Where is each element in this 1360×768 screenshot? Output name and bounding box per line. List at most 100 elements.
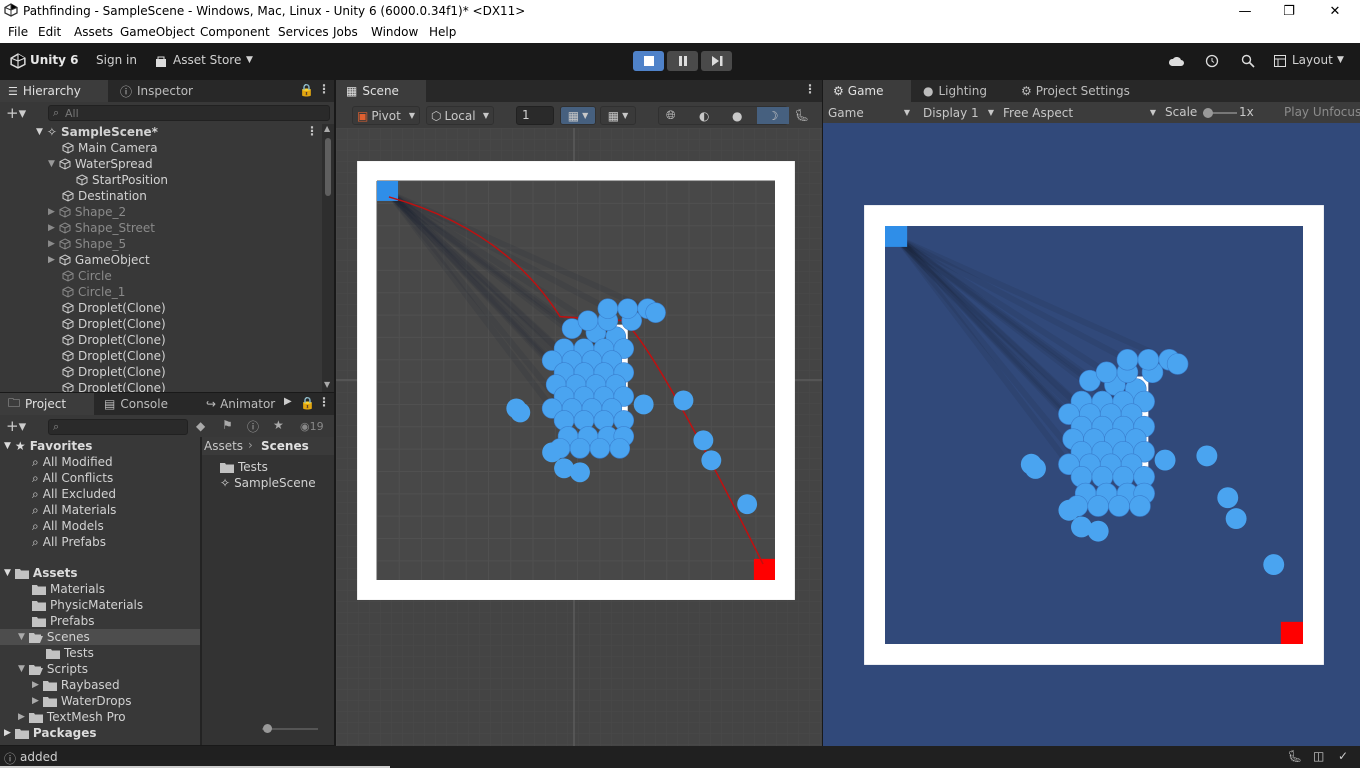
droplet[interactable]: [506, 398, 527, 419]
list-item[interactable]: ⌕ All Excluded: [32, 486, 116, 502]
icon-size-slider-handle[interactable]: [263, 724, 272, 733]
more-options-icon[interactable]: ⋮: [306, 124, 318, 138]
list-item[interactable]: ▼ Scenes: [18, 629, 90, 645]
menu-edit[interactable]: Edit: [38, 25, 61, 39]
droplet[interactable]: [645, 302, 666, 323]
close-icon[interactable]: ✕: [1312, 0, 1358, 22]
breadcrumb-current[interactable]: Scenes: [261, 439, 309, 453]
tab-inspector[interactable]: ⓘ Inspector: [112, 80, 222, 102]
wireframe-icon[interactable]: ◐: [699, 109, 709, 123]
list-item[interactable]: Tests: [220, 459, 268, 475]
destination[interactable]: [1280, 621, 1303, 644]
list-item[interactable]: Destination: [62, 188, 147, 204]
list-item[interactable]: ▶ Shape_Street: [48, 220, 155, 236]
asset-store-button[interactable]: Asset Store: [173, 53, 241, 67]
tab-project-settings[interactable]: ⚙ Project Settings: [1015, 80, 1165, 102]
add-icon[interactable]: +▾: [6, 104, 26, 122]
menu-component[interactable]: Component: [200, 25, 270, 39]
droplet[interactable]: [617, 298, 638, 319]
increment-snap-toggle[interactable]: ▦ ▼: [600, 106, 636, 125]
list-item[interactable]: ▶ Shape_2: [48, 204, 126, 220]
droplet[interactable]: [1154, 449, 1176, 471]
droplet[interactable]: [569, 438, 591, 459]
list-item[interactable]: ▼ ✧ SampleScene*: [36, 124, 158, 140]
list-item[interactable]: ▶ TextMesh Pro: [18, 709, 126, 725]
menu-assets[interactable]: Assets: [74, 25, 113, 39]
list-item[interactable]: ✧ SampleScene: [220, 475, 316, 491]
list-item[interactable]: ⌕ All Models: [32, 518, 104, 534]
menu-jobs[interactable]: Jobs: [333, 25, 358, 39]
history-icon[interactable]: [1205, 54, 1219, 68]
scale-slider-handle[interactable]: [1203, 108, 1213, 118]
list-item[interactable]: ▶ Raybased: [32, 677, 120, 693]
check-circle-icon[interactable]: ✓: [1338, 749, 1348, 763]
more-options-icon[interactable]: ⋮: [804, 82, 816, 96]
droplet[interactable]: [1087, 495, 1109, 517]
local-dropdown[interactable]: ⬡ Local ▼: [426, 106, 494, 125]
droplet[interactable]: [1137, 349, 1160, 371]
pivot-dropdown[interactable]: ▣ Pivot ▼: [352, 106, 420, 125]
droplet[interactable]: [1020, 453, 1042, 475]
game-viewport[interactable]: [823, 123, 1360, 746]
more-options-icon[interactable]: ⋮: [318, 395, 330, 409]
droplet[interactable]: [1108, 495, 1130, 517]
list-item[interactable]: ⌕ All Prefabs: [32, 534, 106, 550]
display-dropdown[interactable]: Display 1 ▼: [917, 103, 997, 122]
sign-in-button[interactable]: Sign in: [96, 53, 137, 67]
droplet[interactable]: [1225, 508, 1247, 530]
list-item[interactable]: ▼ WaterSpread: [48, 156, 153, 172]
project-search-input[interactable]: ⌕: [48, 419, 188, 435]
list-item[interactable]: ⌕ All Modified: [32, 454, 113, 470]
list-item[interactable]: Prefabs: [32, 613, 95, 629]
droplet[interactable]: [542, 442, 563, 463]
lock-icon[interactable]: 🔒: [300, 396, 315, 410]
play-button[interactable]: [633, 51, 664, 71]
droplet[interactable]: [1087, 520, 1109, 542]
droplet[interactable]: [577, 310, 599, 331]
add-icon[interactable]: +▾: [6, 417, 26, 435]
grid-size-input[interactable]: 1: [516, 106, 554, 125]
droplet[interactable]: [589, 438, 611, 459]
list-item[interactable]: ▶ WaterDrops: [32, 693, 132, 709]
tab-lighting[interactable]: ● Lighting: [915, 80, 1011, 102]
shaded-icon[interactable]: ●: [732, 109, 742, 123]
list-item[interactable]: Droplet(Clone): [62, 364, 166, 380]
bug-off-icon[interactable]: 🐛︎: [1287, 749, 1302, 763]
list-item[interactable]: Circle: [62, 268, 112, 284]
droplet[interactable]: [1058, 499, 1080, 521]
list-item[interactable]: ⌕ All Materials: [32, 502, 116, 518]
search-icon[interactable]: [1241, 54, 1255, 68]
list-item[interactable]: ▶ Shape_5: [48, 236, 126, 252]
droplet[interactable]: [597, 298, 619, 319]
list-item[interactable]: Droplet(Clone): [62, 300, 166, 316]
filter-type-icon[interactable]: ◆: [196, 419, 205, 433]
database-icon[interactable]: ◫: [1313, 749, 1324, 763]
menu-window[interactable]: Window: [371, 25, 418, 39]
list-item[interactable]: Droplet(Clone): [62, 380, 166, 392]
pause-button[interactable]: [667, 51, 698, 71]
scroll-up-icon[interactable]: ▲: [324, 124, 330, 133]
account-button[interactable]: Unity 6: [30, 53, 79, 67]
lock-icon[interactable]: 🔒: [299, 83, 314, 97]
status-message[interactable]: added: [20, 750, 58, 764]
droplet[interactable]: [673, 390, 694, 411]
droplet[interactable]: [609, 438, 631, 459]
droplet[interactable]: [737, 494, 758, 515]
list-item[interactable]: Droplet(Clone): [62, 348, 166, 364]
lighting-icon[interactable]: ☽: [757, 107, 789, 124]
droplet[interactable]: [1196, 445, 1218, 467]
list-item[interactable]: Main Camera: [62, 140, 158, 156]
hierarchy-scrollbar[interactable]: ▲ ▼: [322, 124, 334, 392]
star-icon[interactable]: ★: [273, 418, 284, 432]
droplet[interactable]: [1095, 361, 1118, 384]
favorites-header[interactable]: ▼ ★ Favorites: [4, 438, 92, 454]
hierarchy-search-input[interactable]: ⌕ All: [48, 105, 330, 121]
list-item[interactable]: PhysicMaterials: [32, 597, 143, 613]
more-options-icon[interactable]: ⋮: [318, 82, 330, 96]
scene-viewport[interactable]: [336, 128, 822, 746]
maximize-icon[interactable]: ❐: [1266, 0, 1312, 22]
droplet[interactable]: [1263, 554, 1285, 576]
tab-console[interactable]: ▤ Console: [100, 393, 196, 415]
list-item[interactable]: StartPosition: [76, 172, 168, 188]
tab-game[interactable]: ⚙ Game: [823, 80, 911, 102]
